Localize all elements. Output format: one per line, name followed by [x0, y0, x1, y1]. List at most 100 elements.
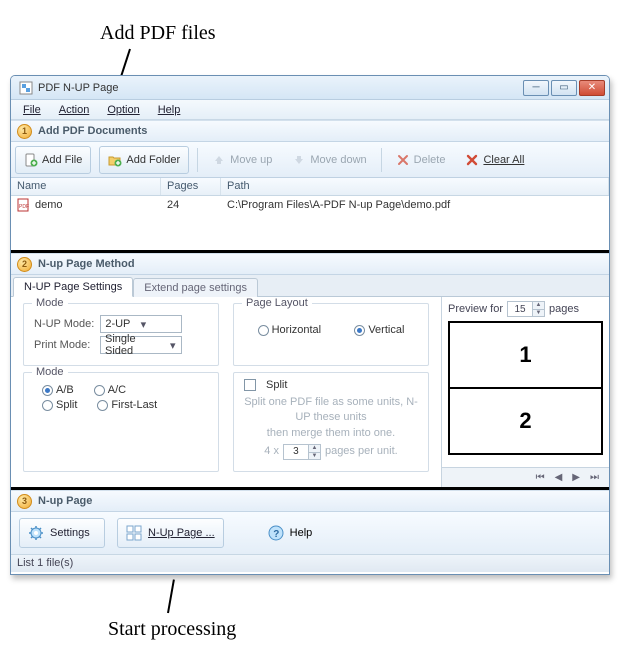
file-name: demo — [35, 199, 63, 211]
help-button[interactable]: ? Help — [268, 525, 313, 541]
radio-ab[interactable] — [42, 385, 53, 396]
svg-text:PDF: PDF — [19, 204, 29, 210]
move-down-button[interactable]: Move down — [286, 153, 372, 167]
spin-up-icon[interactable]: ▲ — [532, 302, 544, 309]
chevron-down-icon: ▾ — [136, 318, 150, 331]
add-folder-button[interactable]: Add Folder — [99, 146, 189, 174]
annotation-add-files: Add PDF files — [100, 22, 216, 45]
menu-option[interactable]: Option — [99, 102, 147, 118]
print-mode-select[interactable]: Single Sided ▾ — [100, 336, 182, 354]
clear-icon — [465, 153, 479, 167]
mode2-group: Mode A/B A/C — [23, 372, 219, 472]
section2-header: 2 N-up Page Method — [11, 253, 609, 275]
preview-label-post: pages — [549, 303, 579, 315]
action-toolbar: Settings N-Up Page ... ? Help — [11, 512, 609, 554]
file-pages: 24 — [161, 199, 221, 211]
file-path: C:\Program Files\A-PDF N-up Page\demo.pd… — [221, 199, 609, 211]
preview-panel: Preview for 15 ▲▼ pages 1 2 ⏮ ◀ — [441, 297, 609, 487]
nup-area: 2 N-up Page Method N-UP Page Settings Ex… — [11, 250, 609, 490]
menu-help[interactable]: Help — [150, 102, 189, 118]
delete-button[interactable]: Delete — [390, 153, 452, 167]
spin-down-icon[interactable]: ▼ — [532, 309, 544, 316]
radio-vertical[interactable] — [354, 325, 365, 336]
close-button[interactable]: ✕ — [579, 80, 605, 96]
nup-mode-select[interactable]: 2-UP ▾ — [100, 315, 182, 333]
split-desc-1: Split one PDF file as some units, N-UP t… — [244, 395, 418, 426]
step-2-icon: 2 — [17, 257, 32, 272]
section3-header: 3 N-up Page — [11, 490, 609, 512]
tab-extend-settings[interactable]: Extend page settings — [133, 278, 258, 297]
spin-down-icon[interactable]: ▼ — [308, 452, 320, 459]
menu-file[interactable]: File — [15, 102, 49, 118]
split-spin[interactable]: 3 ▲▼ — [283, 444, 321, 460]
nav-first-icon[interactable]: ⏮ — [536, 472, 545, 483]
help-icon: ? — [268, 525, 284, 541]
split-desc-2: then merge them into one. — [244, 426, 418, 441]
maximize-button[interactable]: ▭ — [551, 80, 577, 96]
settings-button[interactable]: Settings — [19, 518, 105, 548]
move-down-label: Move down — [310, 154, 366, 166]
window-title: PDF N-UP Page — [38, 82, 523, 94]
mode2-group-title: Mode — [32, 366, 68, 378]
help-label: Help — [290, 527, 313, 539]
radio-horizontal[interactable] — [258, 325, 269, 336]
chevron-down-icon: ▾ — [166, 339, 179, 352]
split-checkbox[interactable] — [244, 379, 256, 391]
statusbar: List 1 file(s) — [11, 554, 609, 572]
split-value: 3 — [284, 445, 308, 459]
arrow-down-icon — [292, 153, 306, 167]
preview-page-2: 2 — [448, 387, 603, 455]
section1-title: Add PDF Documents — [38, 125, 147, 137]
section1-header: 1 Add PDF Documents — [11, 120, 609, 142]
nav-last-icon[interactable]: ⏭ — [590, 472, 599, 483]
svg-text:?: ? — [273, 529, 279, 540]
annotation-line-2 — [167, 579, 175, 613]
delete-label: Delete — [414, 154, 446, 166]
print-mode-value: Single Sided — [105, 333, 160, 357]
app-icon — [19, 81, 33, 95]
preview-label-pre: Preview for — [448, 303, 503, 315]
page-layout-group: Page Layout Horizontal Vertical — [233, 303, 429, 366]
add-file-label: Add File — [42, 154, 82, 166]
preview-value: 15 — [508, 304, 532, 315]
annotation-start: Start processing — [108, 618, 236, 641]
split-group: Split Split one PDF file as some units, … — [233, 372, 429, 472]
spin-up-icon[interactable]: ▲ — [308, 445, 320, 452]
add-file-button[interactable]: Add File — [15, 146, 91, 174]
menu-action[interactable]: Action — [51, 102, 98, 118]
radio-split[interactable] — [42, 400, 53, 411]
mode-group-title: Mode — [32, 297, 68, 309]
split-checkbox-label: Split — [266, 379, 287, 391]
clear-all-label: Clear All — [483, 154, 524, 166]
pdf-icon: PDF — [17, 198, 31, 212]
file-list[interactable]: PDF demo 24 C:\Program Files\A-PDF N-up … — [11, 196, 609, 250]
col-pages[interactable]: Pages — [161, 178, 221, 195]
radio-firstlast[interactable] — [97, 400, 108, 411]
ab-label: A/B — [56, 384, 74, 396]
add-file-icon — [24, 153, 38, 167]
nup-icon — [126, 525, 142, 541]
tab-row: N-UP Page Settings Extend page settings — [11, 275, 609, 297]
col-path[interactable]: Path — [221, 178, 609, 195]
col-name[interactable]: Name — [11, 178, 161, 195]
nup-mode-value: 2-UP — [105, 318, 130, 330]
preview-spin[interactable]: 15 ▲▼ — [507, 301, 545, 317]
print-mode-label: Print Mode: — [34, 339, 94, 351]
layout-group-title: Page Layout — [242, 297, 312, 309]
delete-icon — [396, 153, 410, 167]
menubar: File Action Option Help — [11, 100, 609, 120]
minimize-button[interactable]: ─ — [523, 80, 549, 96]
nup-page-button[interactable]: N-Up Page ... — [117, 518, 224, 548]
split-label: Split — [56, 399, 77, 411]
move-up-button[interactable]: Move up — [206, 153, 278, 167]
titlebar: PDF N-UP Page ─ ▭ ✕ — [11, 76, 609, 100]
list-item[interactable]: PDF demo 24 C:\Program Files\A-PDF N-up … — [11, 196, 609, 214]
tab-nup-settings[interactable]: N-UP Page Settings — [13, 277, 133, 297]
file-list-header: Name Pages Path — [11, 178, 609, 196]
nav-prev-icon[interactable]: ◀ — [555, 472, 563, 483]
nav-next-icon[interactable]: ▶ — [572, 472, 580, 483]
split-per: pages per unit. — [325, 444, 398, 459]
radio-ac[interactable] — [94, 385, 105, 396]
clear-all-button[interactable]: Clear All — [459, 153, 530, 167]
firstlast-label: First-Last — [111, 399, 157, 411]
